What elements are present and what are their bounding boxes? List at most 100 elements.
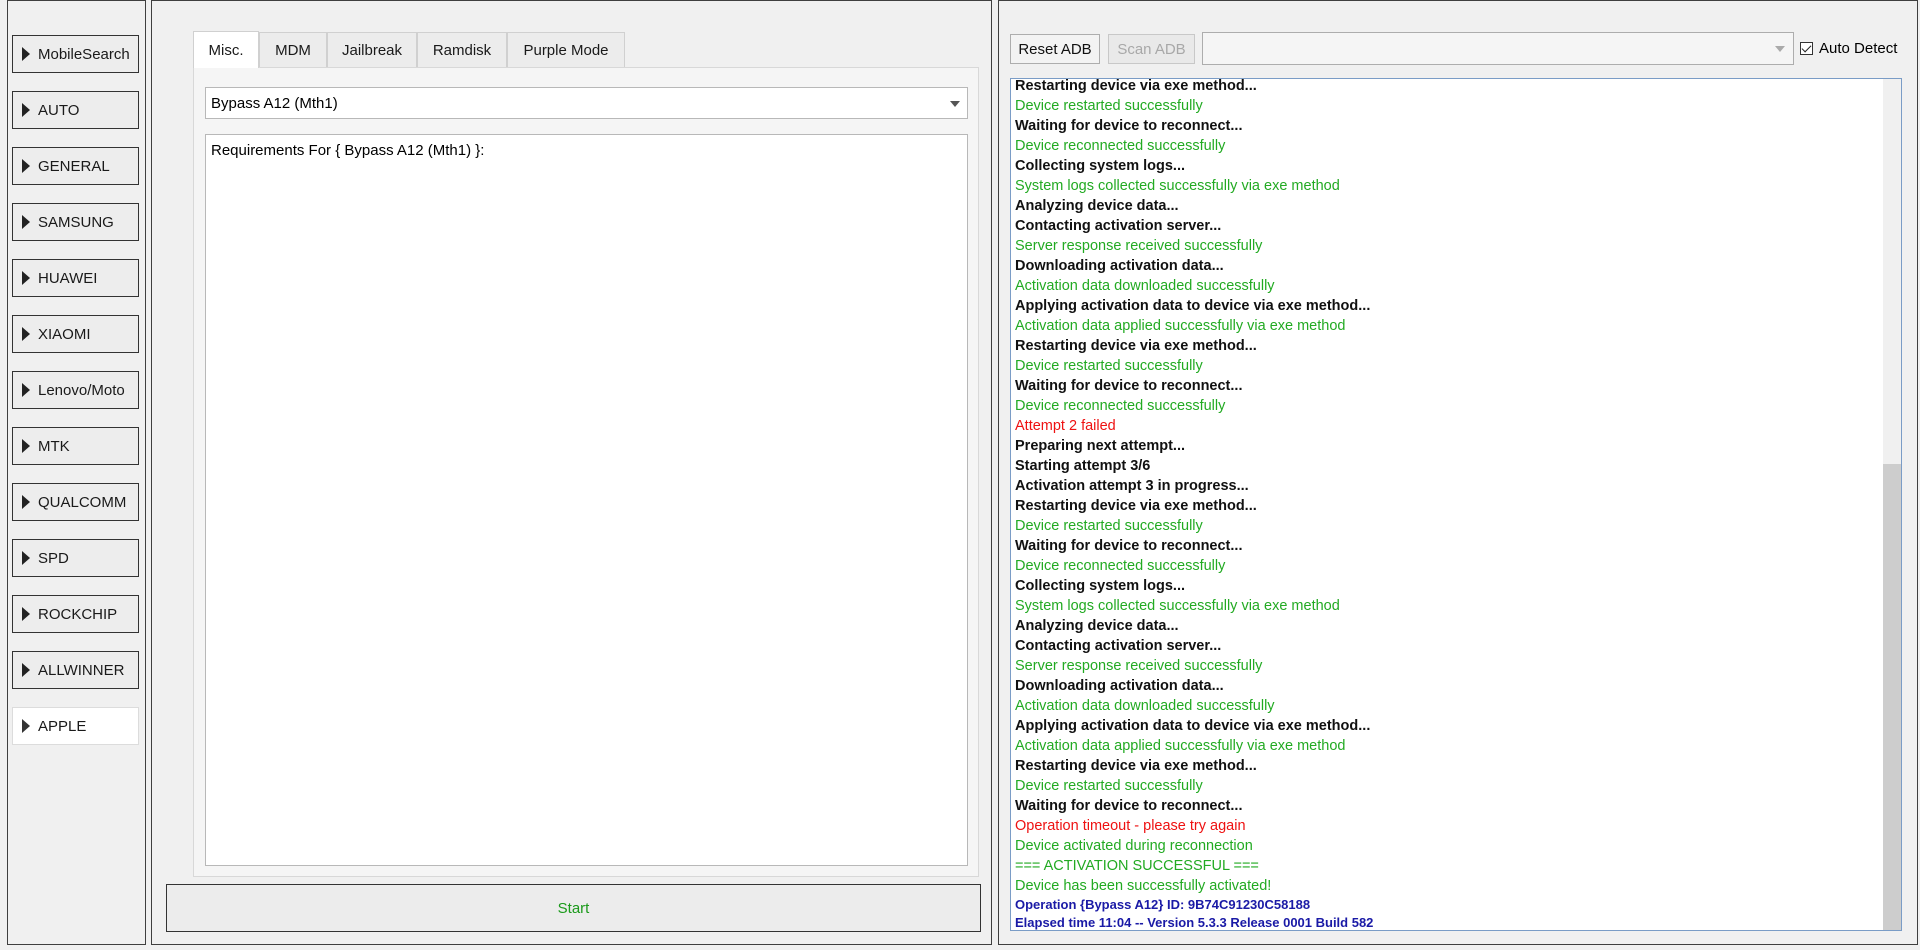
sidebar-item-huawei[interactable]: HUAWEI bbox=[12, 259, 139, 297]
triangle-right-icon bbox=[22, 159, 30, 173]
log-line-success: Device restarted successfully bbox=[1015, 778, 1203, 794]
triangle-right-icon bbox=[22, 103, 30, 117]
tab-ramdisk[interactable]: Ramdisk bbox=[417, 32, 507, 67]
requirements-textbox[interactable]: Requirements For { Bypass A12 (Mth1) }: bbox=[205, 134, 968, 866]
log-line-info: Operation {Bypass A12} ID: 9B74C91230C58… bbox=[1015, 897, 1311, 912]
log-line-status: Analyzing device data... bbox=[1015, 198, 1179, 214]
sidebar-item-auto[interactable]: AUTO bbox=[12, 91, 139, 129]
sidebar-item-xiaomi[interactable]: XIAOMI bbox=[12, 315, 139, 353]
sidebar-item-label: HUAWEI bbox=[38, 269, 98, 287]
log-line-info: Elapsed time 11:04 -- Version 5.3.3 Rele… bbox=[1015, 915, 1374, 930]
log-line-status: Contacting activation server... bbox=[1015, 638, 1222, 654]
log-scrollbar[interactable] bbox=[1883, 79, 1901, 930]
auto-detect-label: Auto Detect bbox=[1819, 40, 1898, 57]
triangle-right-icon bbox=[22, 551, 30, 565]
triangle-right-icon bbox=[22, 495, 30, 509]
triangle-right-icon bbox=[22, 439, 30, 453]
log-line-status: Restarting device via exe method... bbox=[1015, 78, 1257, 94]
log-line-status: Restarting device via exe method... bbox=[1015, 758, 1257, 774]
tab-mdm[interactable]: MDM bbox=[259, 32, 327, 67]
reset-adb-button[interactable]: Reset ADB bbox=[1010, 34, 1100, 64]
sidebar-item-label: AUTO bbox=[38, 101, 80, 119]
sidebar-item-label: MTK bbox=[38, 437, 70, 455]
tab-purple-mode[interactable]: Purple Mode bbox=[507, 32, 625, 67]
sidebar-item-label: APPLE bbox=[38, 717, 87, 735]
sidebar-item-label: GENERAL bbox=[38, 157, 110, 175]
log-line-status: Waiting for device to reconnect... bbox=[1015, 378, 1243, 394]
log-line-success: Device reconnected successfully bbox=[1015, 398, 1226, 414]
log-line-status: Applying activation data to device via e… bbox=[1015, 718, 1371, 734]
sidebar-item-spd[interactable]: SPD bbox=[12, 539, 139, 577]
log-line-status: Restarting device via exe method... bbox=[1015, 498, 1257, 514]
sidebar-item-lenovo-moto[interactable]: Lenovo/Moto bbox=[12, 371, 139, 409]
log-line-status: Downloading activation data... bbox=[1015, 258, 1224, 274]
sidebar-item-rockchip[interactable]: ROCKCHIP bbox=[12, 595, 139, 633]
method-dropdown[interactable]: Bypass A12 (Mth1) bbox=[205, 87, 968, 119]
log-lines: Restarting device via exe method... Devic… bbox=[1015, 78, 1875, 930]
log-line-status: Downloading activation data... bbox=[1015, 678, 1224, 694]
sidebar-item-label: XIAOMI bbox=[38, 325, 91, 343]
log-line-success: Device restarted successfully bbox=[1015, 358, 1203, 374]
log-line-error: Attempt 2 failed bbox=[1015, 418, 1116, 434]
auto-detect-checkbox[interactable]: Auto Detect bbox=[1800, 40, 1897, 57]
tab-jailbreak[interactable]: Jailbreak bbox=[327, 32, 417, 67]
log-scroll-thumb[interactable] bbox=[1883, 464, 1901, 930]
log-line-success: Device has been successfully activated! bbox=[1015, 878, 1272, 894]
log-line-success: Activation data downloaded successfully bbox=[1015, 698, 1275, 714]
sidebar-item-label: SAMSUNG bbox=[38, 213, 114, 231]
triangle-right-icon bbox=[22, 607, 30, 621]
sidebar-item-mtk[interactable]: MTK bbox=[12, 427, 139, 465]
log-line-success: Server response received successfully bbox=[1015, 658, 1263, 674]
log-line-success: System logs collected successfully via e… bbox=[1015, 598, 1340, 614]
sidebar-item-label: ROCKCHIP bbox=[38, 605, 118, 623]
triangle-right-icon bbox=[22, 663, 30, 677]
log-line-status: Activation attempt 3 in progress... bbox=[1015, 478, 1249, 494]
log-line-status: Collecting system logs... bbox=[1015, 158, 1186, 174]
requirements-text: Requirements For { Bypass A12 (Mth1) }: bbox=[211, 142, 485, 159]
device-dropdown[interactable] bbox=[1202, 32, 1794, 65]
chevron-down-icon bbox=[1775, 46, 1785, 52]
log-line-success: Server response received successfully bbox=[1015, 238, 1263, 254]
tab-misc[interactable]: Misc. bbox=[193, 31, 259, 68]
checkbox-check-icon[interactable] bbox=[1800, 42, 1813, 55]
start-button[interactable]: Start bbox=[166, 884, 981, 932]
log-line-success: Device reconnected successfully bbox=[1015, 558, 1226, 574]
log-output[interactable]: Restarting device via exe method... Devic… bbox=[1010, 78, 1902, 931]
log-line-status: Waiting for device to reconnect... bbox=[1015, 798, 1243, 814]
log-line-status: Preparing next attempt... bbox=[1015, 438, 1186, 454]
log-line-success: === ACTIVATION SUCCESSFUL === bbox=[1015, 858, 1259, 874]
log-line-success: System logs collected successfully via e… bbox=[1015, 178, 1340, 194]
sidebar-item-samsung[interactable]: SAMSUNG bbox=[12, 203, 139, 241]
log-line-status: Restarting device via exe method... bbox=[1015, 338, 1257, 354]
sidebar-item-mobilesearch[interactable]: MobileSearch bbox=[12, 35, 139, 73]
sidebar-item-label: QUALCOMM bbox=[38, 493, 127, 511]
log-line-status: Contacting activation server... bbox=[1015, 218, 1222, 234]
log-line-status: Analyzing device data... bbox=[1015, 618, 1179, 634]
log-line-status: Waiting for device to reconnect... bbox=[1015, 538, 1243, 554]
sidebar-item-general[interactable]: GENERAL bbox=[12, 147, 139, 185]
sidebar-item-label: MobileSearch bbox=[38, 45, 130, 63]
log-line-status: Collecting system logs... bbox=[1015, 578, 1186, 594]
triangle-right-icon bbox=[22, 215, 30, 229]
sidebar-item-apple[interactable]: APPLE bbox=[12, 707, 139, 745]
log-line-status: Waiting for device to reconnect... bbox=[1015, 118, 1243, 134]
triangle-right-icon bbox=[22, 271, 30, 285]
log-line-error: Operation timeout - please try again bbox=[1015, 818, 1246, 834]
method-dropdown-value: Bypass A12 (Mth1) bbox=[211, 94, 338, 112]
log-line-success: Device activated during reconnection bbox=[1015, 838, 1253, 854]
operations-panel: Misc. MDM Jailbreak Ramdisk Purple Mode … bbox=[151, 0, 992, 945]
triangle-right-icon bbox=[22, 383, 30, 397]
log-line-success: Activation data applied successfully via… bbox=[1015, 318, 1346, 334]
sidebar-item-qualcomm[interactable]: QUALCOMM bbox=[12, 483, 139, 521]
log-line-success: Device restarted successfully bbox=[1015, 518, 1203, 534]
triangle-right-icon bbox=[22, 47, 30, 61]
log-line-status: Starting attempt 3/6 bbox=[1015, 458, 1151, 474]
sidebar-item-label: ALLWINNER bbox=[38, 661, 125, 679]
tab-content: Bypass A12 (Mth1) Requirements For { Byp… bbox=[193, 67, 979, 877]
sidebar-item-label: Lenovo/Moto bbox=[38, 381, 125, 399]
sidebar-item-allwinner[interactable]: ALLWINNER bbox=[12, 651, 139, 689]
triangle-right-icon bbox=[22, 327, 30, 341]
log-line-success: Activation data downloaded successfully bbox=[1015, 278, 1275, 294]
scan-adb-button[interactable]: Scan ADB bbox=[1108, 34, 1195, 64]
chevron-down-icon bbox=[950, 101, 960, 107]
